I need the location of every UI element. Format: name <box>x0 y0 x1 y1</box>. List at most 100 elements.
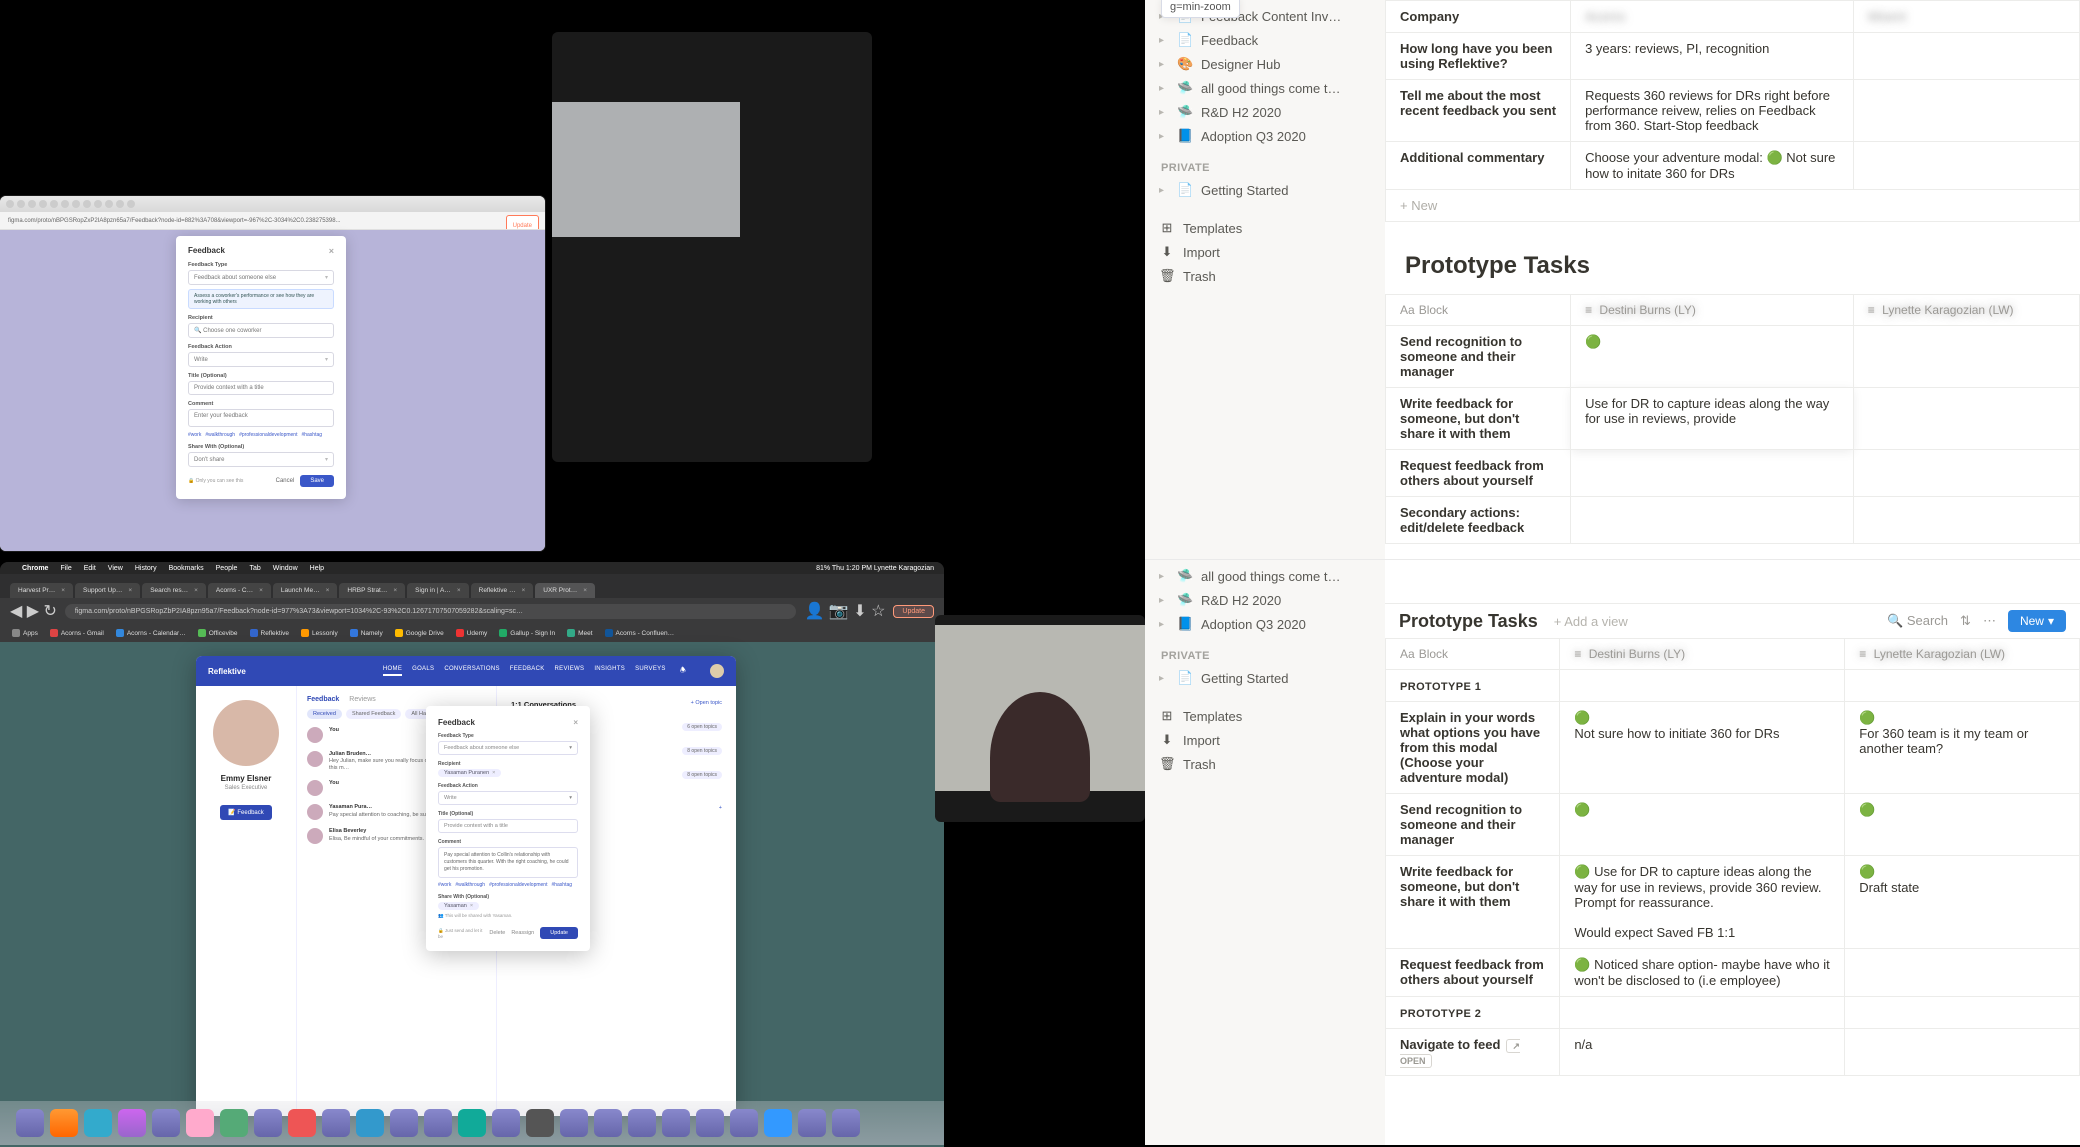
label-share: Share With (Optional) <box>188 444 334 450</box>
select-feedback-type[interactable]: Feedback about someone else▾ <box>438 741 578 755</box>
select-feedback-type[interactable]: Feedback about someone else▾ <box>188 270 334 285</box>
notion-split: g=min-zoom ▸📄Feedback Content Inv… ▸📄Fee… <box>1145 0 2080 1145</box>
sidebar-templates[interactable]: ⊞Templates <box>1145 704 1385 728</box>
select-action[interactable]: Write▾ <box>188 352 334 367</box>
sidebar-page[interactable]: ▸🛸all good things come t… <box>1145 76 1385 100</box>
hashtag[interactable]: #work <box>188 432 201 438</box>
sidebar-page[interactable]: ▸📘Adoption Q3 2020 <box>1145 612 1385 636</box>
table-row: Write feedback for someone, but don't sh… <box>1386 856 2080 949</box>
add-view-button[interactable]: + Add a view <box>1554 614 1628 629</box>
hashtag[interactable]: #walkthrough <box>205 432 235 438</box>
reassign-button[interactable]: Reassign <box>511 930 534 936</box>
screenshare-tile-2: Chrome FileEditViewHistoryBookmarksPeopl… <box>0 562 944 1147</box>
participant-video-2 <box>935 615 1145 822</box>
tab-feedback[interactable]: Feedback <box>307 696 339 703</box>
reflektive-app-frame: Reflektive HOME GOALS CONVERSATIONS FEED… <box>196 656 736 1116</box>
delete-button[interactable]: Delete <box>489 930 505 936</box>
notion-sidebar: ▸🛸all good things come t… ▸🛸R&D H2 2020 … <box>1145 560 1385 1145</box>
sidebar-trash[interactable]: 🗑Trash <box>1145 264 1385 288</box>
browser-tab: Search res…× <box>142 583 206 598</box>
sidebar-import[interactable]: ⬇Import <box>1145 728 1385 752</box>
sidebar-templates[interactable]: ⊞Templates <box>1145 216 1385 240</box>
pill-received[interactable]: Received <box>307 709 342 719</box>
browser-tab: Launch Me…× <box>273 583 337 598</box>
table-row: Secondary actions: edit/delete feedback <box>1386 497 2080 544</box>
update-button[interactable]: Update <box>540 927 578 939</box>
macos-menubar[interactable]: Chrome FileEditViewHistoryBookmarksPeopl… <box>0 562 944 574</box>
hashtag[interactable]: #hashtag <box>301 432 322 438</box>
cancel-button[interactable]: Cancel <box>276 478 295 484</box>
input-title[interactable]: Provide context with a title <box>188 381 334 395</box>
table-row: PROTOTYPE 2 <box>1386 997 2080 1029</box>
sidebar-page[interactable]: ▸🛸R&D H2 2020 <box>1145 100 1385 124</box>
visibility-hint: 🔒 Only you can see this <box>188 478 243 484</box>
brand-logo[interactable]: Reflektive <box>208 667 246 676</box>
table-row: PROTOTYPE 1 <box>1386 670 2080 702</box>
macos-dock[interactable] <box>0 1101 944 1145</box>
open-topic-link[interactable]: + Open topic <box>691 700 722 709</box>
table-row: Request feedback from others about yours… <box>1386 949 2080 997</box>
close-icon[interactable]: × <box>329 246 334 256</box>
hashtag[interactable]: #hashtag <box>551 882 572 888</box>
recipient-chip[interactable]: Yasaman Puranen× <box>438 769 501 777</box>
update-button[interactable]: Update <box>506 215 539 230</box>
avatar[interactable] <box>710 664 724 678</box>
hashtag[interactable]: #professionaldevelopment <box>489 882 547 888</box>
save-button[interactable]: Save <box>300 475 334 487</box>
sidebar-page[interactable]: ▸📄Getting Started <box>1145 666 1385 690</box>
tab-reviews[interactable]: Reviews <box>349 696 375 703</box>
label-feedback-type: Feedback Type <box>438 733 578 739</box>
input-title[interactable]: Provide context with a title <box>438 819 578 833</box>
search-result-pill[interactable]: g=min-zoom <box>1161 0 1240 18</box>
textarea-comment[interactable]: Pay special attention to Collin's relati… <box>438 847 578 878</box>
sidebar-page[interactable]: ▸📘Adoption Q3 2020 <box>1145 124 1385 148</box>
new-button[interactable]: New ▾ <box>2008 610 2066 632</box>
browser-tab: Acorns - C…× <box>208 583 271 598</box>
address-bar[interactable]: figma.com/proto/nBPGSRopZxP2IA8pzn65a7/F… <box>0 212 545 230</box>
table-header-row: AaBlock ≡ Destini Burns (LY) ≡ Lynette K… <box>1386 295 2080 326</box>
table-row: CompanyAcornsMisent <box>1386 1 2080 33</box>
sidebar-page[interactable]: ▸📄Feedback <box>1145 28 1385 52</box>
browser-tabs[interactable]: Harvest Pr…× Support Up…× Search res…× A… <box>0 574 944 598</box>
interview-table[interactable]: CompanyAcornsMisent How long have you be… <box>1385 0 2080 222</box>
tasks-table[interactable]: AaBlock ≡ Destini Burns (LY) ≡ Lynette K… <box>1385 294 2080 544</box>
sidebar-page[interactable]: ▸🛸R&D H2 2020 <box>1145 588 1385 612</box>
address-bar[interactable]: ◀ ▶ ↻ figma.com/proto/nBPGSRopZbP2IA8pzn… <box>0 598 944 624</box>
profile-sidebar: Emmy Elsner Sales Executive 📝 Feedback <box>196 686 296 1116</box>
sidebar-page[interactable]: ▸🛸all good things come t… <box>1145 564 1385 588</box>
table-row: Send recognition to someone and their ma… <box>1386 326 2080 388</box>
sidebar-trash[interactable]: 🗑Trash <box>1145 752 1385 776</box>
notion-content: CompanyAcornsMisent How long have you be… <box>1385 0 2080 559</box>
hashtag[interactable]: #work <box>438 882 451 888</box>
sidebar-page[interactable]: ▸🎨Designer Hub <box>1145 52 1385 76</box>
pill-shared[interactable]: Shared Feedback <box>346 709 401 719</box>
participant-video-1 <box>552 32 872 462</box>
table-row: Additional commentaryChoose your adventu… <box>1386 142 2080 190</box>
hashtag-row: #work #walkthrough #professionaldevelopm… <box>188 432 334 438</box>
close-icon[interactable]: × <box>573 718 578 727</box>
label-title: Title (Optional) <box>188 373 334 379</box>
table-row: Request feedback from others about yours… <box>1386 450 2080 497</box>
sidebar-import[interactable]: ⬇Import <box>1145 240 1385 264</box>
textarea-comment[interactable]: Enter your feedback <box>188 409 334 427</box>
hashtag[interactable]: #professionaldevelopment <box>239 432 297 438</box>
select-action[interactable]: Write▾ <box>438 791 578 805</box>
filter-icon[interactable]: ⇅ <box>1960 613 1971 629</box>
select-share[interactable]: Don't share▾ <box>188 452 334 467</box>
bookmarks-bar[interactable]: Apps Acorns - Gmail Acorns - Calendar… O… <box>0 624 944 642</box>
app-topnav: Reflektive HOME GOALS CONVERSATIONS FEED… <box>196 656 736 686</box>
bell-icon[interactable]: 🕭 <box>680 666 686 677</box>
more-icon[interactable]: ⋯ <box>1983 613 1996 629</box>
sidebar-page[interactable]: ▸📄Getting Started <box>1145 178 1385 202</box>
tasks-database[interactable]: AaBlock ≡ Destini Burns (LY) ≡ Lynette K… <box>1385 638 2080 1076</box>
chevron-down-icon: ▾ <box>325 274 328 281</box>
hashtag[interactable]: #walkthrough <box>455 882 485 888</box>
primary-nav[interactable]: HOME GOALS CONVERSATIONS FEEDBACK REVIEW… <box>383 666 666 676</box>
search-button[interactable]: 🔍 Search <box>1887 613 1948 629</box>
profile-avatar <box>213 700 279 766</box>
feedback-button[interactable]: 📝 Feedback <box>220 805 272 820</box>
share-chip[interactable]: Yasaman× <box>438 902 479 910</box>
update-button[interactable]: Update <box>893 605 934 618</box>
input-recipient[interactable]: 🔍 Choose one coworker <box>188 323 334 338</box>
notion-content: Prototype Tasks + Add a view 🔍 Search ⇅ … <box>1385 560 2080 1145</box>
